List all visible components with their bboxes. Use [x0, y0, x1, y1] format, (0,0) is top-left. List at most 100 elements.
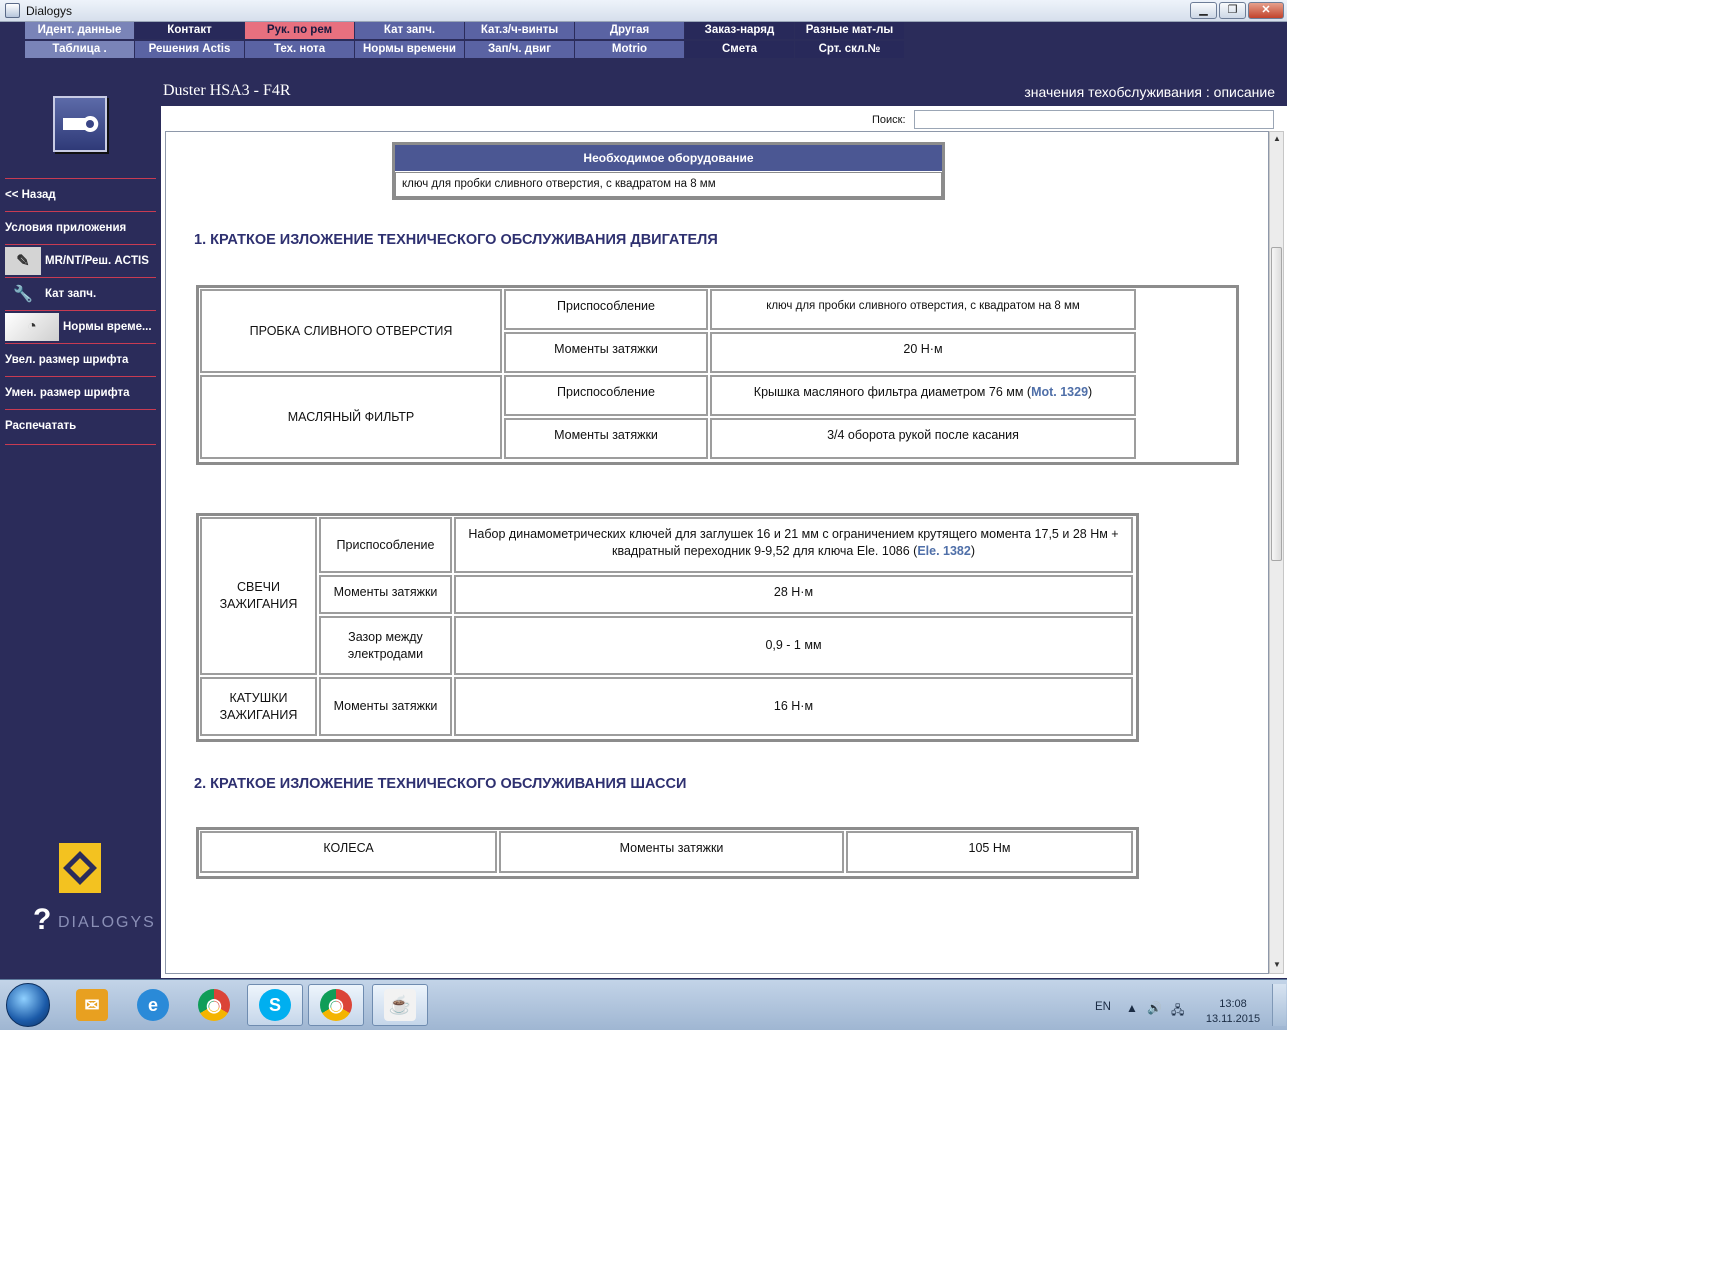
sidebar: << Назад Условия приложения ✎ MR/NT/Реш.… — [0, 60, 161, 980]
sidebar-item-app-conditions[interactable]: Условия приложения — [5, 211, 156, 244]
scrollbar-thumb[interactable] — [1271, 247, 1282, 561]
tool-reference-link[interactable]: Ele. 1382 — [917, 544, 971, 558]
app-icon — [5, 3, 20, 18]
table-cell: Моменты затяжки — [504, 418, 708, 459]
table-cell: 28 Н·м — [454, 575, 1133, 614]
app-glyph: S — [259, 989, 291, 1021]
menu-engine-parts[interactable]: Зап/ч. двиг — [465, 41, 574, 58]
cell-text: ) — [970, 544, 975, 558]
sidebar-item-back[interactable]: << Назад — [5, 178, 156, 211]
clock-date: 13.11.2015 — [1205, 1013, 1261, 1025]
window-title: Dialogys — [26, 4, 73, 18]
show-hidden-icons-icon[interactable]: ▲ — [1126, 1001, 1138, 1015]
title-bar: Dialogys ▁ ❐ ✕ — [0, 0, 1287, 22]
table-cell: 105 Нм — [846, 831, 1133, 873]
renault-logo — [59, 843, 101, 893]
table-cell: КОЛЕСА — [200, 831, 497, 873]
menu-stock-number[interactable]: Срт. скл.№ — [795, 41, 904, 58]
document-view: Необходимое оборудование ключ для пробки… — [165, 131, 1269, 974]
dialogys-logo: DIALOGYS — [58, 914, 156, 931]
table-cell: СВЕЧИ ЗАЖИГАНИЯ — [200, 517, 317, 675]
app-glyph: ◉ — [320, 989, 352, 1021]
sidebar-item-label: Нормы време... — [63, 321, 152, 333]
chrome-icon[interactable]: ◉ — [186, 984, 242, 1026]
search-input[interactable] — [914, 110, 1274, 129]
java-icon[interactable]: ☕ — [372, 984, 428, 1026]
repair-tool-logo-icon — [53, 96, 107, 152]
sidebar-item-labour-times[interactable]: ◔ Нормы време... — [5, 310, 156, 343]
menu-parts-catalog[interactable]: Кат запч. — [355, 22, 464, 39]
menu-actis-solutions[interactable]: Решения Actis — [135, 41, 244, 58]
help-question-icon[interactable]: ? — [33, 903, 51, 937]
table-cell: МАСЛЯНЫЙ ФИЛЬТР — [200, 375, 502, 459]
table-cell: Приспособление — [504, 375, 708, 416]
menu-screws-catalog[interactable]: Кат.з/ч-винты — [465, 22, 574, 39]
app-glyph: ☕ — [384, 989, 416, 1021]
language-indicator[interactable]: EN — [1095, 1001, 1111, 1013]
network-icon[interactable]: 🖧 — [1171, 1001, 1184, 1022]
tool-reference-link[interactable]: Mot. 1329 — [1031, 385, 1088, 399]
show-desktop-button[interactable] — [1272, 984, 1286, 1026]
sidebar-item-label: Умен. размер шрифта — [5, 387, 130, 399]
menu-contact[interactable]: Контакт — [135, 22, 244, 39]
close-button[interactable]: ✕ — [1248, 2, 1284, 19]
table-cell: Набор динамометрических ключей для заглу… — [454, 517, 1133, 573]
outlook-icon[interactable]: ✉ — [64, 984, 120, 1026]
table-cell: КАТУШКИ ЗАЖИГАНИЯ — [200, 677, 317, 736]
scroll-down-icon[interactable]: ▼ — [1272, 960, 1282, 970]
sidebar-divider — [5, 444, 156, 445]
sidebar-item-label: Кат запч. — [45, 288, 97, 300]
sidebar-item-mr-nt-actis[interactable]: ✎ MR/NT/Реш. ACTIS — [5, 244, 156, 277]
sidebar-item-parts-catalog[interactable]: 🔧 Кат запч. — [5, 277, 156, 310]
menu-work-order[interactable]: Заказ-наряд — [685, 22, 794, 39]
vehicle-title: Duster HSA3 - F4R — [163, 82, 291, 99]
search-label: Поиск: — [872, 114, 906, 126]
sidebar-item-label: MR/NT/Реш. ACTIS — [45, 255, 149, 267]
scroll-up-icon[interactable]: ▲ — [1272, 134, 1282, 144]
top-menu: Идент. данные Контакт Рук. по рем Кат за… — [25, 22, 929, 59]
clock[interactable]: 13:08 13.11.2015 — [1198, 997, 1268, 1027]
menu-estimate[interactable]: Смета — [685, 41, 794, 58]
internet-explorer-icon[interactable]: e — [125, 984, 181, 1026]
app-glyph: ◉ — [198, 989, 230, 1021]
cell-text: ) — [1088, 385, 1093, 399]
menu-ident-data[interactable]: Идент. данные — [25, 22, 134, 39]
app-glyph: ✉ — [76, 989, 108, 1021]
app-glyph: e — [137, 989, 169, 1021]
chrome-icon[interactable]: ◉ — [308, 984, 364, 1026]
skype-icon[interactable]: S — [247, 984, 303, 1026]
menu-repair-manual[interactable]: Рук. по рем — [245, 22, 354, 39]
start-button[interactable] — [6, 983, 50, 1027]
vertical-scrollbar[interactable]: ▲ ▼ — [1269, 131, 1284, 974]
sidebar-item-decrease-font[interactable]: Умен. размер шрифта — [5, 376, 156, 409]
table-cell: Приспособление — [504, 289, 708, 330]
cell-text: Крышка масляного фильтра диаметром 76 мм… — [753, 385, 1032, 399]
sidebar-item-increase-font[interactable]: Увел. размер шрифта — [5, 343, 156, 376]
volume-icon[interactable]: 🔊 — [1147, 1001, 1162, 1015]
content-panel: Поиск: Необходимое оборудование ключ для… — [161, 106, 1287, 978]
minimize-button[interactable]: ▁ — [1190, 2, 1217, 19]
table-cell: Крышка масляного фильтра диаметром 76 мм… — [710, 375, 1136, 416]
table-cell: 0,9 - 1 мм — [454, 616, 1133, 675]
section-title: значения техобслуживания : описание — [1024, 84, 1275, 100]
table-cell: Моменты затяжки — [319, 575, 452, 614]
wrench-icon: 🔧 — [13, 286, 33, 303]
menu-motrio[interactable]: Motrio — [575, 41, 684, 58]
clock-dial-icon: ◔ — [5, 313, 59, 341]
table-cell: Приспособление — [319, 517, 452, 573]
sidebar-item-label: Распечатать — [5, 420, 77, 432]
sidebar-item-print[interactable]: Распечатать — [5, 409, 156, 442]
menu-table[interactable]: Таблица . — [25, 41, 134, 58]
manual-icon: ✎ — [5, 247, 41, 275]
sidebar-item-label: Увел. размер шрифта — [5, 354, 129, 366]
table-cell: 16 Н·м — [454, 677, 1133, 736]
menu-misc-materials[interactable]: Разные мат-лы — [795, 22, 904, 39]
clock-time: 13:08 — [1219, 998, 1247, 1010]
equipment-value: ключ для пробки сливного отверстия, с кв… — [395, 172, 942, 197]
maximize-button[interactable]: ❐ — [1219, 2, 1246, 19]
app-window: Dialogys ▁ ❐ ✕ Идент. данные Контакт Рук… — [0, 0, 1287, 1030]
menu-tech-note[interactable]: Тех. нота — [245, 41, 354, 58]
menu-labour-times[interactable]: Нормы времени — [355, 41, 464, 58]
menu-other[interactable]: Другая — [575, 22, 684, 39]
table-cell: 3/4 оборота рукой после касания — [710, 418, 1136, 459]
